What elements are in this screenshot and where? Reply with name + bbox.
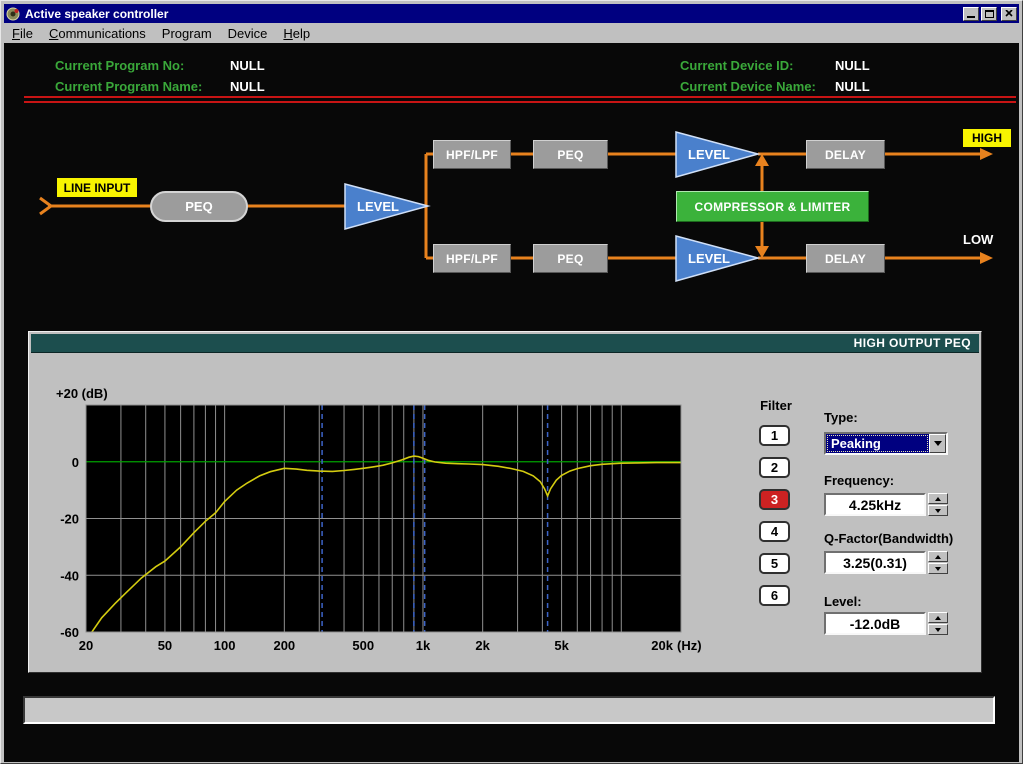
filter-button-2[interactable]: 2	[759, 457, 790, 478]
spin-up-icon	[935, 555, 941, 559]
frequency-spin-down-button[interactable]	[928, 505, 948, 516]
device-id-label: Current Device ID:	[680, 58, 793, 73]
low-delay-block[interactable]: DELAY	[806, 244, 885, 273]
input-peq-block[interactable]: PEQ	[150, 191, 248, 222]
input-level-triangle	[345, 184, 428, 229]
minimize-icon	[967, 16, 975, 18]
compressor-limiter-block[interactable]: COMPRESSOR & LIMITER	[676, 191, 869, 222]
svg-text:50: 50	[158, 638, 172, 653]
low-peq-block[interactable]: PEQ	[533, 244, 608, 273]
window-title: Active speaker controller	[25, 7, 963, 21]
spin-down-icon	[935, 509, 941, 513]
red-divider	[24, 96, 1016, 103]
level-field[interactable]: -12.0dB	[824, 612, 926, 635]
frequency-spin-up-button[interactable]	[928, 493, 948, 504]
high-delay-block[interactable]: DELAY	[806, 140, 885, 169]
status-bar	[23, 696, 995, 724]
x-tick-labels: 20 50 100 200 500 1k 2k 5k 20k (Hz)	[79, 638, 702, 653]
peq-panel: HIGH OUTPUT PEQ +20 (dB)0-20-40-60205010…	[28, 331, 982, 673]
spin-down-icon	[935, 567, 941, 571]
frequency-label: Frequency:	[824, 473, 894, 488]
app-window: Active speaker controller FileCommunicat…	[0, 0, 1023, 764]
close-button[interactable]	[1001, 7, 1017, 21]
q-factor-spinner	[928, 551, 948, 574]
filter-button-5[interactable]: 5	[759, 553, 790, 574]
svg-text:-40: -40	[60, 568, 79, 583]
menu-item-help[interactable]: Help	[275, 24, 318, 43]
app-icon	[6, 7, 21, 21]
program-name-value: NULL	[230, 79, 265, 94]
svg-text:-20: -20	[60, 512, 79, 527]
menu-item-device[interactable]: Device	[220, 24, 276, 43]
device-name-value: NULL	[835, 79, 870, 94]
frequency-spinner	[928, 493, 948, 516]
minimize-button[interactable]	[963, 7, 979, 21]
high-peq-block[interactable]: PEQ	[533, 140, 608, 169]
device-name-label: Current Device Name:	[680, 79, 816, 94]
low-level-triangle	[676, 236, 758, 281]
high-hpf-lpf-block[interactable]: HPF/LPF	[433, 140, 511, 169]
q-spin-down-button[interactable]	[928, 563, 948, 574]
menu-bar: FileCommunicationsProgramDeviceHelp	[4, 23, 1019, 43]
line-input-tag: LINE INPUT	[57, 178, 137, 197]
low-output-tag: LOW	[963, 232, 993, 247]
frequency-field[interactable]: 4.25kHz	[824, 493, 926, 516]
level-label: Level:	[824, 594, 862, 609]
svg-text:5k: 5k	[554, 638, 569, 653]
svg-text:0: 0	[72, 455, 79, 470]
q-spin-up-button[interactable]	[928, 551, 948, 562]
device-id-value: NULL	[835, 58, 870, 73]
menu-item-program[interactable]: Program	[154, 24, 220, 43]
x-axis-unit: (Hz)	[677, 638, 702, 653]
level-spin-down-button[interactable]	[928, 624, 948, 635]
program-name-label: Current Program Name:	[55, 79, 202, 94]
maximize-icon	[985, 10, 994, 18]
filter-button-list: 1 2 3 4 5 6	[759, 425, 790, 606]
filter-button-1[interactable]: 1	[759, 425, 790, 446]
type-dropdown-button[interactable]	[929, 434, 946, 453]
level-spin-up-button[interactable]	[928, 612, 948, 623]
filter-button-6[interactable]: 6	[759, 585, 790, 606]
filter-label: Filter	[756, 398, 796, 413]
svg-text:2k: 2k	[475, 638, 490, 653]
svg-text:200: 200	[273, 638, 295, 653]
spin-up-icon	[935, 497, 941, 501]
filter-button-3[interactable]: 3	[759, 489, 790, 510]
menu-item-communications[interactable]: Communications	[41, 24, 154, 43]
type-dropdown[interactable]: Peaking	[824, 432, 948, 455]
svg-text:100: 100	[214, 638, 236, 653]
chevron-down-icon	[934, 441, 942, 446]
program-no-value: NULL	[230, 58, 265, 73]
svg-text:20k: 20k	[651, 638, 673, 653]
low-hpf-lpf-block[interactable]: HPF/LPF	[433, 244, 511, 273]
high-level-triangle	[676, 132, 758, 177]
svg-text:20: 20	[79, 638, 93, 653]
svg-text:-60: -60	[60, 625, 79, 640]
type-label: Type:	[824, 410, 858, 425]
spin-up-icon	[935, 616, 941, 620]
eq-response-chart: +20 (dB) 0 -20 -40 -6020 50 100 200 500 1k 2k 5k 20k…	[29, 332, 769, 662]
svg-text:500: 500	[352, 638, 374, 653]
filter-button-4[interactable]: 4	[759, 521, 790, 542]
program-no-label: Current Program No:	[55, 58, 184, 73]
q-factor-field[interactable]: 3.25(0.31)	[824, 551, 926, 574]
close-icon	[1005, 10, 1013, 17]
svg-text:1k: 1k	[416, 638, 431, 653]
svg-text:+20 (dB): +20 (dB)	[56, 386, 108, 401]
menu-item-file[interactable]: File	[4, 24, 41, 43]
q-factor-label: Q-Factor(Bandwidth)	[824, 531, 953, 546]
spin-down-icon	[935, 628, 941, 632]
window-controls	[963, 7, 1017, 21]
high-output-tag: HIGH	[963, 129, 1011, 147]
client-area: Current Program No: NULL Current Program…	[4, 43, 1019, 762]
level-spinner	[928, 612, 948, 635]
maximize-button[interactable]	[981, 7, 997, 21]
type-dropdown-value: Peaking	[826, 434, 929, 453]
title-bar: Active speaker controller	[4, 4, 1019, 23]
